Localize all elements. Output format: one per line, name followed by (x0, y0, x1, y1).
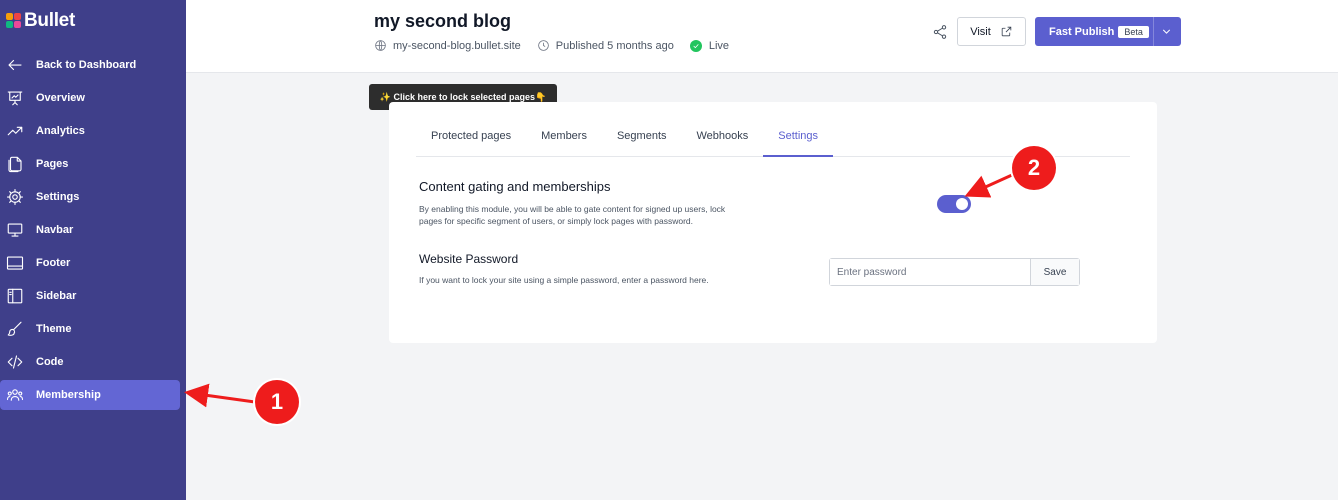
sidebar-item-settings[interactable]: Settings (0, 182, 180, 212)
sidebar-item-label: Sidebar (36, 290, 77, 302)
arrow-to-membership (184, 383, 256, 408)
gating-description-line2: pages for specific segment of users, or … (419, 216, 694, 226)
gating-description-line1: By enabling this module, you will be abl… (419, 204, 726, 214)
sidebar-item-label: Navbar (36, 224, 74, 236)
password-input[interactable] (830, 259, 1030, 285)
published-time: Published 5 months ago (537, 39, 674, 52)
sidebar-item-label: Pages (36, 158, 69, 170)
sidebar-item-label: Code (36, 356, 64, 368)
tab-protected-pages[interactable]: Protected pages (416, 122, 526, 157)
sidebar-item-label: Analytics (36, 125, 85, 137)
tab-webhooks[interactable]: Webhooks (682, 122, 764, 157)
users-icon (6, 386, 24, 404)
chevron-down-icon[interactable] (1160, 25, 1173, 38)
sidebar-item-footer[interactable]: Footer (0, 248, 180, 278)
sidebar-item-analytics[interactable]: Analytics (0, 116, 180, 146)
sidebar-item-sidebar[interactable]: Sidebar (0, 281, 180, 311)
password-field-group: Save (829, 258, 1080, 286)
gating-toggle[interactable] (937, 195, 971, 213)
annotation-marker-2: 2 (1012, 146, 1056, 190)
publish-label: Fast Publish (1049, 25, 1115, 38)
fast-publish-button[interactable]: Fast Publish Beta (1035, 17, 1181, 46)
visit-button[interactable]: Visit (957, 17, 1026, 46)
trending-up-icon (6, 122, 24, 140)
sidebar-item-overview[interactable]: Overview (0, 83, 180, 113)
site-domain[interactable]: my-second-blog.bullet.site (374, 39, 521, 52)
bullet-logo-icon (6, 13, 22, 29)
arrow-left-icon (6, 56, 24, 74)
monitor-icon (6, 221, 24, 239)
sidebar-item-label: Membership (36, 389, 101, 401)
sidebar-item-label: Overview (36, 92, 85, 104)
published-text: Published 5 months ago (555, 39, 674, 52)
check-circle-icon (689, 39, 702, 52)
code-icon (6, 353, 24, 371)
password-title: Website Password (419, 252, 519, 266)
domain-text: my-second-blog.bullet.site (393, 39, 521, 52)
gear-icon (6, 188, 24, 206)
password-description: If you want to lock your site using a si… (419, 275, 709, 285)
sidebar: Bullet Back to Dashboard Overview Analyt… (0, 0, 186, 500)
globe-icon (375, 40, 386, 51)
sidebar-item-navbar[interactable]: Navbar (0, 215, 180, 245)
sidebar-item-label: Theme (36, 323, 72, 335)
presentation-chart-icon (6, 89, 24, 107)
status-badge: Live (689, 39, 730, 52)
visit-label: Visit (970, 25, 991, 38)
status-text: Live (708, 39, 730, 52)
tab-settings[interactable]: Settings (763, 122, 834, 157)
external-link-icon (1001, 26, 1012, 37)
sidebar-item-code[interactable]: Code (0, 347, 180, 377)
membership-settings-card: Protected pages Members Segments Webhook… (389, 102, 1157, 343)
beta-badge: Beta (1118, 25, 1149, 38)
page-title: my second blog (374, 11, 512, 31)
sidebar-nav: Back to Dashboard Overview Analytics Pag… (0, 50, 186, 413)
share-icon[interactable] (932, 24, 948, 40)
sidebar-item-membership[interactable]: Membership (0, 380, 180, 410)
site-meta: my-second-blog.bullet.site Published 5 m… (374, 39, 745, 52)
tab-segments[interactable]: Segments (602, 122, 682, 157)
button-divider (1153, 17, 1154, 46)
save-button[interactable]: Save (1030, 259, 1079, 285)
sidebar-layout-icon (6, 287, 24, 305)
sidebar-item-label: Footer (36, 257, 71, 269)
tab-members[interactable]: Members (526, 122, 602, 157)
footer-icon (6, 254, 24, 272)
gating-title: Content gating and memberships (419, 179, 611, 194)
sidebar-item-theme[interactable]: Theme (0, 314, 180, 344)
pages-icon (6, 155, 24, 173)
brand-logo[interactable]: Bullet (6, 10, 75, 32)
sidebar-item-back-to-dashboard[interactable]: Back to Dashboard (0, 50, 180, 80)
toggle-knob (956, 198, 968, 210)
paintbrush-icon (6, 320, 24, 338)
brand-name: Bullet (24, 10, 75, 31)
top-header: my second blog my-second-blog.bullet.sit… (186, 0, 1338, 73)
annotation-marker-1: 1 (255, 380, 299, 424)
clock-icon (538, 40, 549, 51)
sidebar-item-label: Back to Dashboard (36, 59, 137, 71)
sidebar-item-label: Settings (36, 191, 80, 203)
sidebar-item-pages[interactable]: Pages (0, 149, 180, 179)
